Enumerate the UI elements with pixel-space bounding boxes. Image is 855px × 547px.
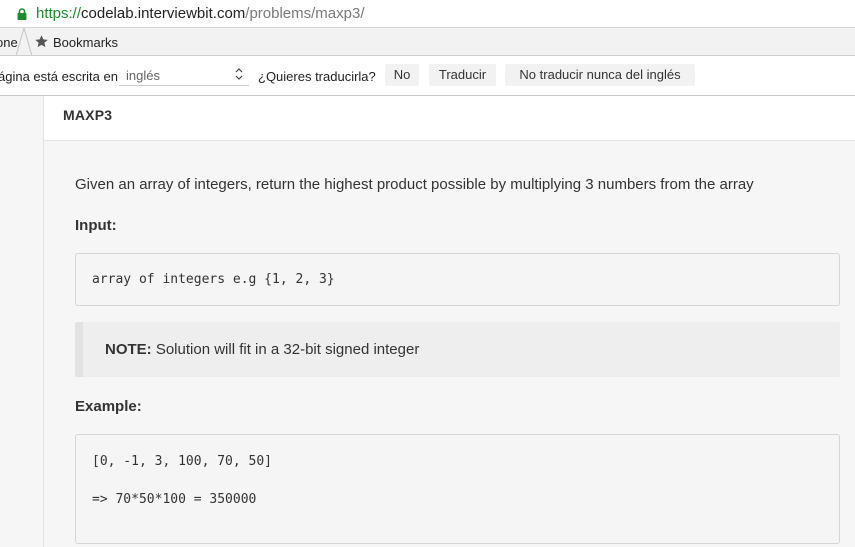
problem-header: MAXP3 (44, 96, 855, 141)
language-select-value: inglés (126, 68, 160, 83)
url-text[interactable]: https://codelab.interviewbit.com/problem… (36, 6, 365, 22)
translate-bar: ágina está escrita en inglés ¿Quieres tr… (0, 56, 855, 96)
input-heading: Input: (75, 217, 117, 234)
note-body: Solution will fit in a 32-bit signed int… (151, 341, 420, 358)
input-code-line: array of integers e.g {1, 2, 3} (92, 272, 335, 287)
never-translate-button[interactable]: No traducir nunca del inglés (505, 64, 695, 86)
example-code-line-2: => 70*50*100 = 350000 (92, 492, 257, 507)
translate-question: ¿Quieres traducirla? (258, 69, 376, 84)
address-bar[interactable]: https://codelab.interviewbit.com/problem… (0, 0, 855, 28)
translate-button[interactable]: Traducir (429, 64, 496, 86)
problem-title: MAXP3 (63, 107, 113, 123)
problem-panel: MAXP3 Given an array of integers, return… (44, 96, 855, 547)
note-callout: NOTE: Solution will fit in a 32-bit sign… (75, 322, 840, 377)
translate-prefix-text: ágina está escrita en (0, 69, 118, 84)
star-icon (35, 35, 48, 48)
bookmarks-bar: one Bookmarks (0, 28, 855, 56)
url-host: codelab.interviewbit.com (81, 5, 246, 22)
problem-description: Given an array of integers, return the h… (75, 176, 754, 193)
url-scheme: https:// (36, 5, 82, 22)
example-code-line-1: [0, -1, 3, 100, 70, 50] (92, 454, 273, 469)
input-code-block: array of integers e.g {1, 2, 3} (75, 253, 840, 306)
note-text: NOTE: Solution will fit in a 32-bit sign… (105, 341, 419, 358)
bookmarks-folder[interactable]: Bookmarks (53, 35, 118, 50)
left-sidebar (0, 96, 44, 547)
example-heading: Example: (75, 398, 142, 415)
language-select[interactable]: inglés (119, 64, 249, 86)
note-label: NOTE: (105, 341, 152, 358)
bookmark-separator (16, 28, 32, 55)
example-code-block: [0, -1, 3, 100, 70, 50] => 70*50*100 = 3… (75, 434, 840, 544)
url-path: /problems/maxp3/ (245, 5, 365, 22)
no-button[interactable]: No (385, 64, 419, 86)
updown-chevron-icon (235, 68, 243, 80)
lock-icon (17, 8, 27, 20)
